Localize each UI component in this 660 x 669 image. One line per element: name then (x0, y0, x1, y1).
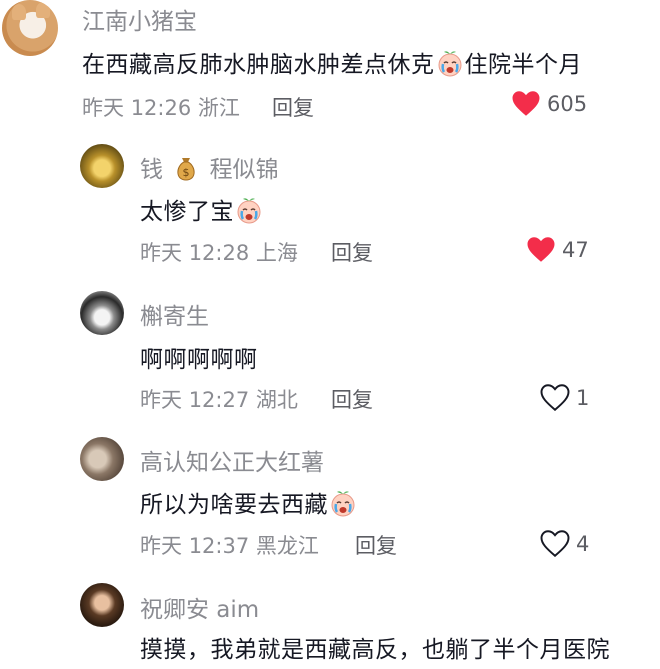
crying-face-icon (235, 196, 263, 224)
comment-text: 在西藏高反肺水肿脑水肿差点休克 住院半个月 (82, 45, 582, 79)
reply-button[interactable]: 回复 (331, 237, 373, 267)
crying-face-icon (329, 489, 357, 517)
avatar[interactable] (80, 583, 124, 627)
like-button[interactable]: 605 (511, 90, 587, 117)
heart-filled-icon (511, 90, 541, 117)
crying-face-icon (436, 49, 464, 77)
comment-text: 所以为啥要去西藏 (140, 485, 358, 519)
svg-text:$: $ (183, 166, 190, 179)
like-count: 4 (576, 531, 590, 556)
like-count: 47 (562, 237, 589, 262)
username[interactable]: 江南小猪宝 (82, 2, 197, 36)
avatar[interactable] (2, 0, 58, 56)
reply-button[interactable]: 回复 (355, 530, 397, 560)
avatar[interactable] (80, 291, 124, 335)
comment-text: 摸摸，我弟就是西藏高反，也躺了半个月医院 (140, 637, 610, 663)
comment-text: 啊啊啊啊啊 (140, 347, 258, 373)
comment-meta: 昨天 12:37 黑龙江 (140, 534, 319, 558)
avatar[interactable] (80, 437, 124, 481)
like-count: 605 (547, 91, 588, 116)
comment-text: 太惨了宝 (140, 192, 264, 226)
comment-meta: 昨天 12:28 上海 (140, 241, 298, 265)
username[interactable]: 钱 $ 程似锦 (140, 150, 279, 184)
like-button[interactable]: 47 (526, 236, 589, 263)
heart-filled-icon (526, 236, 556, 263)
comment-meta: 昨天 12:27 湖北 (140, 388, 298, 412)
money-bag-icon: $ (177, 158, 195, 181)
reply-button[interactable]: 回复 (331, 384, 373, 414)
avatar[interactable] (80, 144, 124, 188)
username[interactable]: 高认知公正大红薯 (140, 443, 324, 477)
heart-outline-icon (540, 530, 570, 557)
heart-outline-icon (540, 384, 570, 411)
like-count: 1 (576, 385, 590, 410)
like-button[interactable]: 4 (540, 530, 589, 557)
like-button[interactable]: 1 (540, 384, 589, 411)
username[interactable]: 槲寄生 (140, 297, 209, 331)
comment-meta: 昨天 12:26 浙江 (82, 96, 240, 120)
username[interactable]: 祝卿安 aim (140, 590, 259, 624)
reply-button[interactable]: 回复 (272, 92, 314, 122)
